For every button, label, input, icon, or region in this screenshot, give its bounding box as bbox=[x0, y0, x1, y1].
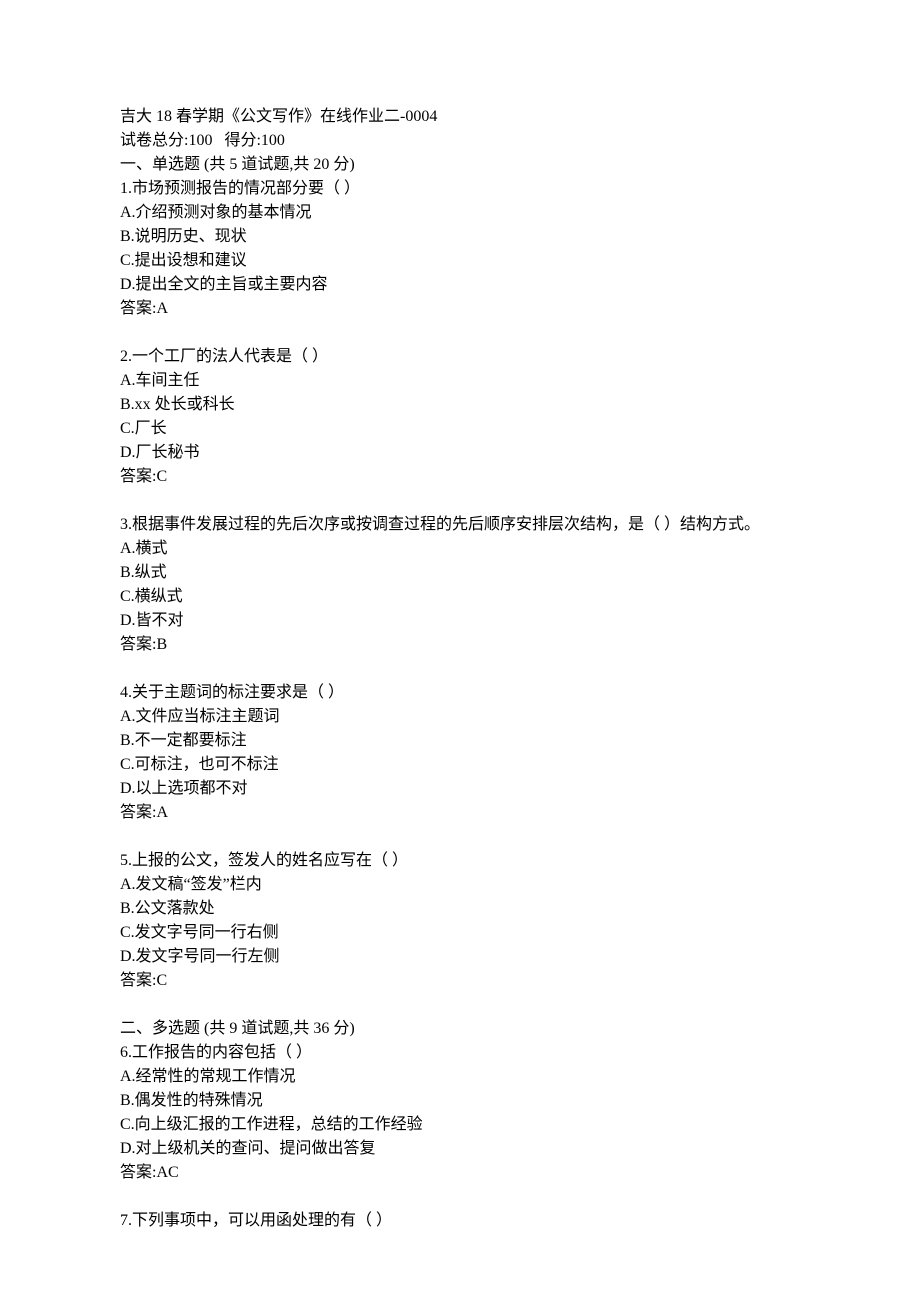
answer: 答案:A bbox=[120, 297, 800, 321]
question-3: 3.根据事件发展过程的先后次序或按调查过程的先后顺序安排层次结构，是（ ）结构方… bbox=[120, 513, 800, 657]
question-stem: 2.一个工厂的法人代表是（ ） bbox=[120, 345, 800, 369]
question-7: 7.下列事项中，可以用函处理的有（ ） bbox=[120, 1209, 800, 1233]
option-c: C.横纵式 bbox=[120, 585, 800, 609]
section1-heading: 一、单选题 (共 5 道试题,共 20 分) bbox=[120, 153, 800, 177]
document-header: 吉大 18 春学期《公文写作》在线作业二-0004 试卷总分:100 得分:10… bbox=[120, 105, 800, 153]
option-a: A.发文稿“签发”栏内 bbox=[120, 873, 800, 897]
question-stem: 7.下列事项中，可以用函处理的有（ ） bbox=[120, 1209, 800, 1233]
score-line: 试卷总分:100 得分:100 bbox=[120, 129, 800, 153]
option-a: A.经常性的常规工作情况 bbox=[120, 1065, 800, 1089]
option-b: B.公文落款处 bbox=[120, 897, 800, 921]
option-a: A.车间主任 bbox=[120, 369, 800, 393]
option-d: D.以上选项都不对 bbox=[120, 777, 800, 801]
answer: 答案:AC bbox=[120, 1161, 800, 1185]
answer: 答案:C bbox=[120, 465, 800, 489]
question-stem: 6.工作报告的内容包括（ ） bbox=[120, 1041, 800, 1065]
question-stem: 5.上报的公文，签发人的姓名应写在（ ） bbox=[120, 849, 800, 873]
option-c: C.厂长 bbox=[120, 417, 800, 441]
question-2: 2.一个工厂的法人代表是（ ） A.车间主任 B.xx 处长或科长 C.厂长 D… bbox=[120, 345, 800, 489]
question-5: 5.上报的公文，签发人的姓名应写在（ ） A.发文稿“签发”栏内 B.公文落款处… bbox=[120, 849, 800, 993]
option-b: B.说明历史、现状 bbox=[120, 225, 800, 249]
option-b: B.不一定都要标注 bbox=[120, 729, 800, 753]
option-c: C.可标注，也可不标注 bbox=[120, 753, 800, 777]
option-b: B.纵式 bbox=[120, 561, 800, 585]
document-title: 吉大 18 春学期《公文写作》在线作业二-0004 bbox=[120, 105, 800, 129]
option-b: B.偶发性的特殊情况 bbox=[120, 1089, 800, 1113]
question-stem: 1.市场预测报告的情况部分要（ ） bbox=[120, 177, 800, 201]
option-c: C.提出设想和建议 bbox=[120, 249, 800, 273]
option-d: D.提出全文的主旨或主要内容 bbox=[120, 273, 800, 297]
answer: 答案:C bbox=[120, 969, 800, 993]
option-d: D.厂长秘书 bbox=[120, 441, 800, 465]
option-d: D.对上级机关的查问、提问做出答复 bbox=[120, 1137, 800, 1161]
answer: 答案:A bbox=[120, 801, 800, 825]
question-stem: 3.根据事件发展过程的先后次序或按调查过程的先后顺序安排层次结构，是（ ）结构方… bbox=[120, 513, 800, 537]
option-b: B.xx 处长或科长 bbox=[120, 393, 800, 417]
document-page: 吉大 18 春学期《公文写作》在线作业二-0004 试卷总分:100 得分:10… bbox=[0, 0, 920, 1297]
option-c: C.发文字号同一行右侧 bbox=[120, 921, 800, 945]
option-c: C.向上级汇报的工作进程，总结的工作经验 bbox=[120, 1113, 800, 1137]
option-a: A.横式 bbox=[120, 537, 800, 561]
question-stem: 4.关于主题词的标注要求是（ ） bbox=[120, 681, 800, 705]
question-4: 4.关于主题词的标注要求是（ ） A.文件应当标注主题词 B.不一定都要标注 C… bbox=[120, 681, 800, 825]
answer: 答案:B bbox=[120, 633, 800, 657]
option-a: A.文件应当标注主题词 bbox=[120, 705, 800, 729]
section2-heading: 二、多选题 (共 9 道试题,共 36 分) bbox=[120, 1017, 800, 1041]
option-d: D.皆不对 bbox=[120, 609, 800, 633]
question-6: 6.工作报告的内容包括（ ） A.经常性的常规工作情况 B.偶发性的特殊情况 C… bbox=[120, 1041, 800, 1185]
question-1: 1.市场预测报告的情况部分要（ ） A.介绍预测对象的基本情况 B.说明历史、现… bbox=[120, 177, 800, 321]
option-a: A.介绍预测对象的基本情况 bbox=[120, 201, 800, 225]
option-d: D.发文字号同一行左侧 bbox=[120, 945, 800, 969]
